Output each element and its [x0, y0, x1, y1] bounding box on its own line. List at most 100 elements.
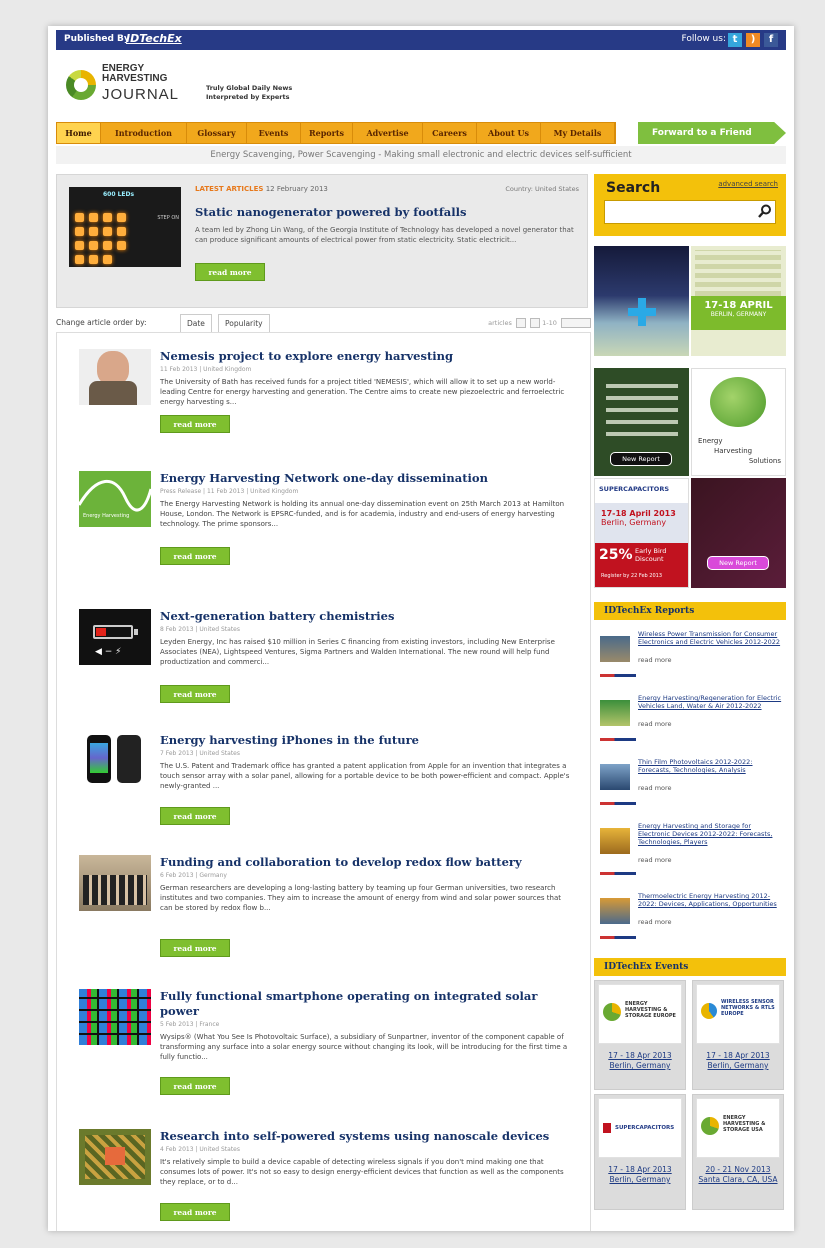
report-thumbnail[interactable]	[600, 828, 630, 854]
tab-popularity[interactable]: Popularity	[218, 314, 270, 332]
article-title[interactable]: Nemesis project to explore energy harves…	[160, 349, 580, 364]
battery-icon[interactable]: ◀ − ⚡	[79, 609, 151, 665]
new-report-button[interactable]: New Report	[610, 452, 672, 466]
ad3-place: Berlin, Germany	[601, 518, 667, 527]
article-title[interactable]: Fully functional smartphone operating on…	[160, 989, 580, 1019]
ad-banner-3a[interactable]: SUPERCAPACITORS 17-18 April 2013 Berlin,…	[594, 478, 689, 588]
nav-careers[interactable]: Careers	[423, 123, 477, 143]
tab-date[interactable]: Date	[180, 314, 212, 332]
event-place: Santa Clara, CA, USA	[698, 1175, 778, 1184]
logo-line3: JOURNAL	[102, 86, 180, 103]
report-link[interactable]: Thin Film Photovoltaics 2012-2022: Forec…	[638, 758, 784, 774]
report-link[interactable]: Wireless Power Transmission for Consumer…	[638, 630, 784, 646]
read-more-button[interactable]: read more	[160, 685, 230, 703]
report-read-more[interactable]: read more	[638, 656, 672, 664]
article-thumbnail[interactable]	[79, 349, 151, 405]
ad3-discount2: Discount	[635, 555, 664, 563]
new-report-button-2[interactable]: New Report	[707, 556, 769, 570]
event-card[interactable]: SUPERCAPACITORS 17 - 18 Apr 2013 Berlin, …	[594, 1094, 686, 1210]
report-read-more[interactable]: read more	[638, 856, 672, 864]
advanced-search-link[interactable]: advanced search	[718, 180, 778, 188]
event-logo-text: ENERGY HARVESTING & STORAGE EUROPE	[625, 1001, 676, 1019]
article-meta: 6 Feb 2013 | Germany	[160, 872, 227, 879]
site-logo[interactable]: ENERGY HARVESTING JOURNAL	[66, 62, 196, 108]
nav-about-us[interactable]: About Us	[477, 123, 541, 143]
tagline: Truly Global Daily News Interpreted by E…	[206, 84, 292, 102]
forward-to-friend-button[interactable]: Forward to a Friend	[638, 122, 786, 144]
ad-banner-1a[interactable]	[594, 246, 689, 356]
article-thumbnail[interactable]: Energy Harvesting	[79, 471, 151, 527]
event-card[interactable]: WIRELESS SENSOR NETWORKS & RTLS EUROPE 1…	[692, 980, 784, 1090]
article-title[interactable]: Energy harvesting iPhones in the future	[160, 733, 580, 748]
event-logo-text: WIRELESS SENSOR NETWORKS & RTLS EUROPE	[721, 999, 775, 1017]
report-read-more[interactable]: read more	[638, 918, 672, 926]
article-meta: 4 Feb 2013 | United States	[160, 1146, 240, 1153]
nav-my-details[interactable]: My Details	[541, 123, 615, 143]
article-thumbnail[interactable]	[79, 855, 151, 911]
ad-banner-2a[interactable]: New Report	[594, 368, 689, 476]
report-thumbnail[interactable]	[600, 898, 630, 924]
article-title[interactable]: Next-generation battery chemistries	[160, 609, 580, 624]
ad1-date: 17-18 APRIL	[704, 300, 773, 311]
nav-introduction[interactable]: Introduction	[101, 123, 187, 143]
article-meta: 8 Feb 2013 | United States	[160, 626, 240, 633]
ad2-caption2: Harvesting	[714, 447, 753, 455]
event-logo: ENERGY HARVESTING & STORAGE USA	[696, 1098, 780, 1158]
report-link[interactable]: Energy Harvesting and Storage for Electr…	[638, 822, 784, 846]
smartphone-apps-icon[interactable]	[79, 989, 151, 1045]
ad-banner-1b[interactable]: 17-18 APRIL BERLIN, GERMANY	[691, 246, 786, 356]
first-page-button[interactable]	[516, 318, 526, 328]
top-bar: Published By IDTechEx Follow us: t ) f	[56, 30, 786, 50]
nanoscale-device-image[interactable]	[79, 1129, 151, 1185]
report-read-more[interactable]: read more	[638, 784, 672, 792]
featured-country: Country: United States	[505, 185, 579, 193]
read-more-button[interactable]: read more	[160, 1077, 230, 1095]
event-date: 17 - 18 Apr 2013	[608, 1051, 672, 1060]
report-link[interactable]: Thermoelectric Energy Harvesting 2012-20…	[638, 892, 784, 908]
featured-read-more-button[interactable]: read more	[195, 263, 265, 281]
iphone-icon[interactable]	[79, 733, 151, 789]
report-thumbnail[interactable]	[600, 764, 630, 790]
ad3-pct: 25%	[599, 547, 633, 563]
nav-advertise[interactable]: Advertise	[353, 123, 423, 143]
event-card[interactable]: ENERGY HARVESTING & STORAGE USA 20 - 21 …	[692, 1094, 784, 1210]
read-more-button[interactable]: read more	[160, 939, 230, 957]
read-more-button[interactable]: read more	[160, 547, 230, 565]
read-more-button[interactable]: read more	[160, 1203, 230, 1221]
featured-image[interactable]: 600 LEDs STEP ON	[69, 187, 181, 267]
report-item: Wireless Power Transmission for Consumer…	[594, 626, 786, 690]
article-title[interactable]: Research into self-powered systems using…	[160, 1129, 580, 1144]
article-title[interactable]: Energy Harvesting Network one-day dissem…	[160, 471, 580, 486]
ad-banner-3b[interactable]: New Report	[691, 478, 786, 588]
logo-line2: HARVESTING	[102, 73, 168, 84]
nav-home[interactable]: Home	[57, 123, 101, 143]
search-panel: Search advanced search	[594, 174, 786, 236]
event-card[interactable]: ENERGY HARVESTING & STORAGE EUROPE 17 - …	[594, 980, 686, 1090]
report-link[interactable]: Energy Harvesting/Regeneration for Elect…	[638, 694, 784, 710]
report-thumbnail[interactable]	[600, 700, 630, 726]
search-input[interactable]	[604, 200, 776, 224]
rss-icon[interactable]: )	[746, 33, 760, 47]
latest-articles-label: LATEST ARTICLES	[195, 185, 264, 193]
report-thumbnail[interactable]	[600, 636, 630, 662]
ad-banner-2b[interactable]: Energy Harvesting Solutions	[691, 368, 786, 476]
nav-events[interactable]: Events	[247, 123, 301, 143]
featured-image-label2: STEP ON	[157, 215, 179, 221]
read-more-button[interactable]: read more	[160, 415, 230, 433]
idtechex-link[interactable]: IDTechEx	[126, 32, 182, 45]
read-more-button[interactable]: read more	[160, 807, 230, 825]
nav-reports[interactable]: Reports	[301, 123, 353, 143]
event-place: Berlin, Germany	[609, 1175, 671, 1184]
next-page-button[interactable]	[561, 318, 591, 328]
ad3-brand: SUPERCAPACITORS	[599, 485, 670, 493]
nav-glossary[interactable]: Glossary	[187, 123, 247, 143]
report-read-more[interactable]: read more	[638, 720, 672, 728]
facebook-icon[interactable]: f	[764, 33, 778, 47]
prev-page-button[interactable]	[530, 318, 541, 328]
search-icon[interactable]	[758, 204, 772, 218]
article-body: German researchers are developing a long…	[160, 884, 561, 912]
article-title[interactable]: Funding and collaboration to develop red…	[160, 855, 580, 870]
featured-title[interactable]: Static nanogenerator powered by footfall…	[195, 205, 466, 219]
featured-article: 600 LEDs STEP ON LATEST ARTICLES 12 Febr…	[56, 174, 588, 308]
twitter-icon[interactable]: t	[728, 33, 742, 47]
